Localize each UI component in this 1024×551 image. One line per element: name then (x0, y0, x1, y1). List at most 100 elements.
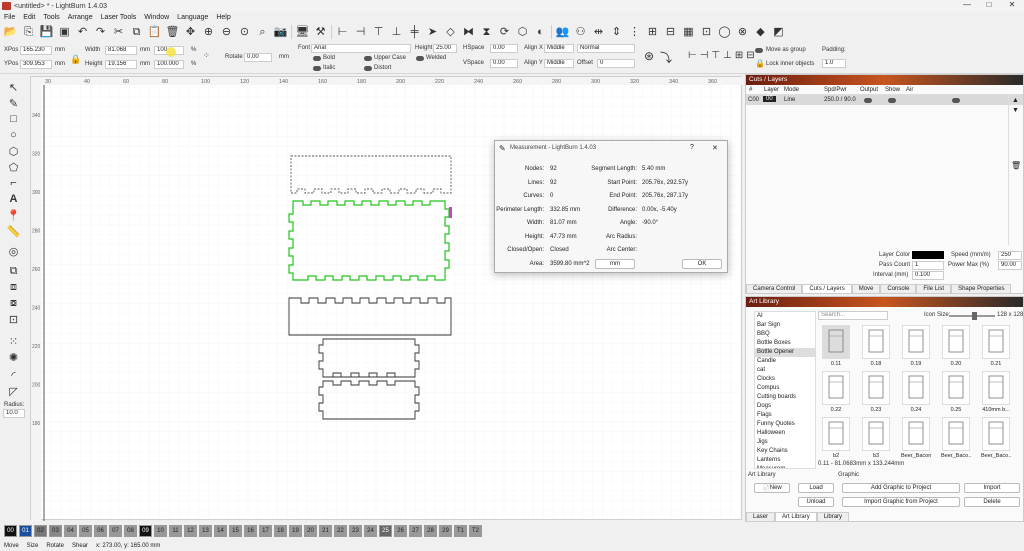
art-category-item[interactable]: Halloween (755, 429, 815, 438)
tab-laser[interactable]: Laser (746, 512, 776, 522)
art-category-item[interactable]: Bottle Boxes (755, 339, 815, 348)
palette-color-T2[interactable]: T2 (469, 525, 482, 537)
padding-input[interactable]: 1.0 (822, 59, 846, 68)
status-move[interactable]: Move (4, 543, 19, 549)
upper-case-toggle[interactable] (364, 56, 372, 61)
line-icon[interactable]: ⌐ (6, 176, 21, 190)
shape-icon[interactable]: ⬡ (515, 25, 530, 40)
palette-color-18[interactable]: 18 (274, 525, 287, 537)
weld-shapes-icon[interactable]: ⧉ (6, 264, 21, 278)
art-category-item[interactable]: Compus (755, 384, 815, 393)
move-up-icon[interactable]: ▲ (1012, 97, 1019, 104)
circular-array-icon[interactable]: ✺ (6, 350, 21, 364)
tab-camera-control[interactable]: Camera Control (746, 284, 803, 294)
import-graphic-from-project-button[interactable]: Import Graphic from Project (842, 497, 960, 507)
boolean-union-icon[interactable]: ⧈ (6, 280, 21, 294)
align-icons[interactable]: ⊢⊣⊤⊥⊞⊟ (688, 50, 758, 61)
xpos-input[interactable]: 165.230 (20, 46, 52, 55)
move-as-group-toggle[interactable] (755, 48, 763, 53)
art-thumbnail[interactable] (822, 371, 850, 405)
palette-color-23[interactable]: 23 (349, 525, 362, 537)
art-category-item[interactable]: Flags (755, 411, 815, 420)
art-category-item[interactable]: Measurem... (755, 465, 815, 468)
art-category-item[interactable]: AI (755, 312, 815, 321)
zoom-in-icon[interactable]: ⊕ (201, 25, 216, 40)
origin-grid-icon[interactable]: ⁘ (203, 51, 210, 60)
array-icon[interactable]: ⊟ (663, 25, 678, 40)
art-thumbnail[interactable] (942, 371, 970, 405)
palette-color-08[interactable]: 08 (124, 525, 137, 537)
art-category-item[interactable]: Bar Sign (755, 321, 815, 330)
menu-tools[interactable]: Tools (43, 14, 59, 21)
art-thumbnail-grid[interactable]: 0.11 0.18 0.19 0.20 0.21 0.22 0.23 0.24 0.25 410m… (818, 323, 1023, 459)
rectangle-icon[interactable]: □ (6, 112, 21, 126)
text-height-input[interactable]: 25.00 (433, 44, 457, 53)
art-thumbnail[interactable] (982, 417, 1010, 451)
art-thumbnail[interactable] (942, 417, 970, 451)
hspace-input[interactable]: 0.00 (490, 44, 518, 53)
palette-color-T1[interactable]: T1 (454, 525, 467, 537)
node-icon[interactable]: ◇ (443, 25, 458, 40)
ellipse-icon[interactable]: ○ (6, 128, 21, 142)
tab-icon[interactable]: ⊡ (699, 25, 714, 40)
palette-color-12[interactable]: 12 (184, 525, 197, 537)
menu-language[interactable]: Language (177, 14, 208, 21)
palette-color-13[interactable]: 13 (199, 525, 212, 537)
cut-icon[interactable]: ✂ (111, 25, 126, 40)
art-category-item[interactable]: Funny Quotes (755, 420, 815, 429)
palette-color-21[interactable]: 21 (319, 525, 332, 537)
text-flip-icon[interactable]: ⤵ (660, 49, 672, 66)
pentagon-icon[interactable]: ⬠ (6, 160, 21, 174)
position-laser-icon[interactable]: 📍 (6, 208, 21, 222)
layer-color-chip[interactable]: 00 (763, 96, 776, 102)
art-thumbnail[interactable] (902, 325, 930, 359)
art-category-item[interactable]: cat (755, 366, 815, 375)
power-max-input[interactable]: 90.00 (998, 261, 1022, 270)
load-library-button[interactable]: Load (798, 483, 834, 493)
space-h-icon[interactable]: ⇹ (591, 25, 606, 40)
unload-library-button[interactable]: Unload (798, 497, 834, 507)
group-icon[interactable]: 👥 (555, 25, 570, 40)
dialog-help-button[interactable]: ? (690, 144, 694, 151)
boolean-intersect-icon[interactable]: ⊡ (6, 312, 21, 326)
palette-color-02[interactable]: 02 (34, 525, 47, 537)
chamfer-icon[interactable]: ◸ (6, 384, 21, 398)
lock-ratio-icon[interactable]: 🔒 (70, 54, 81, 65)
close-button[interactable]: ✕ (1003, 0, 1021, 9)
palette-color-16[interactable]: 16 (244, 525, 257, 537)
art-category-item[interactable]: Lanterns (755, 456, 815, 465)
palette-color-17[interactable]: 17 (259, 525, 272, 537)
dialog-ok-button[interactable]: OK (682, 259, 722, 269)
tab-cuts-layers[interactable]: Cuts / Layers (802, 284, 852, 294)
redo-icon[interactable]: ↷ (93, 25, 108, 40)
align-bottom-icon[interactable]: ⊥ (389, 25, 404, 40)
delete-button[interactable]: Delete (964, 497, 1020, 507)
art-thumbnail[interactable] (942, 325, 970, 359)
monitor-icon[interactable]: 🖥 (295, 25, 310, 40)
layer-row[interactable]: C00 00 Line 250.0 / 90.0 (746, 95, 1023, 105)
palette-color-07[interactable]: 07 (109, 525, 122, 537)
menu-edit[interactable]: Edit (23, 14, 35, 21)
art-search-input[interactable]: Search... (818, 311, 888, 320)
trace-icon[interactable]: ◆ (753, 25, 768, 40)
align-center-icon[interactable]: ╪ (407, 25, 422, 40)
import-button[interactable]: Import (964, 483, 1020, 493)
palette-color-19[interactable]: 19 (289, 525, 302, 537)
cut-shapes-icon[interactable]: ◩ (771, 25, 786, 40)
settings-tools-icon[interactable]: ⚒ (313, 25, 328, 40)
output-toggle[interactable] (864, 98, 872, 103)
align-top-icon[interactable]: ⊤ (371, 25, 386, 40)
save-icon[interactable]: 💾 (39, 25, 54, 40)
unit-mm-button[interactable]: mm (595, 259, 635, 269)
art-thumbnail[interactable] (862, 325, 890, 359)
art-thumbnail[interactable] (902, 417, 930, 451)
italic-toggle[interactable] (313, 66, 321, 71)
space-v-icon[interactable]: ⇕ (609, 25, 624, 40)
tab-file-list[interactable]: File List (916, 284, 952, 294)
polygon-icon[interactable]: ⬡ (6, 144, 21, 158)
new-library-button[interactable]: 📄 New (754, 483, 790, 493)
rotate-icon[interactable]: ⟳ (497, 25, 512, 40)
distort-toggle[interactable] (364, 66, 372, 71)
font-select[interactable]: Arial (311, 44, 411, 53)
radius-input[interactable]: 10.0 (3, 409, 25, 418)
